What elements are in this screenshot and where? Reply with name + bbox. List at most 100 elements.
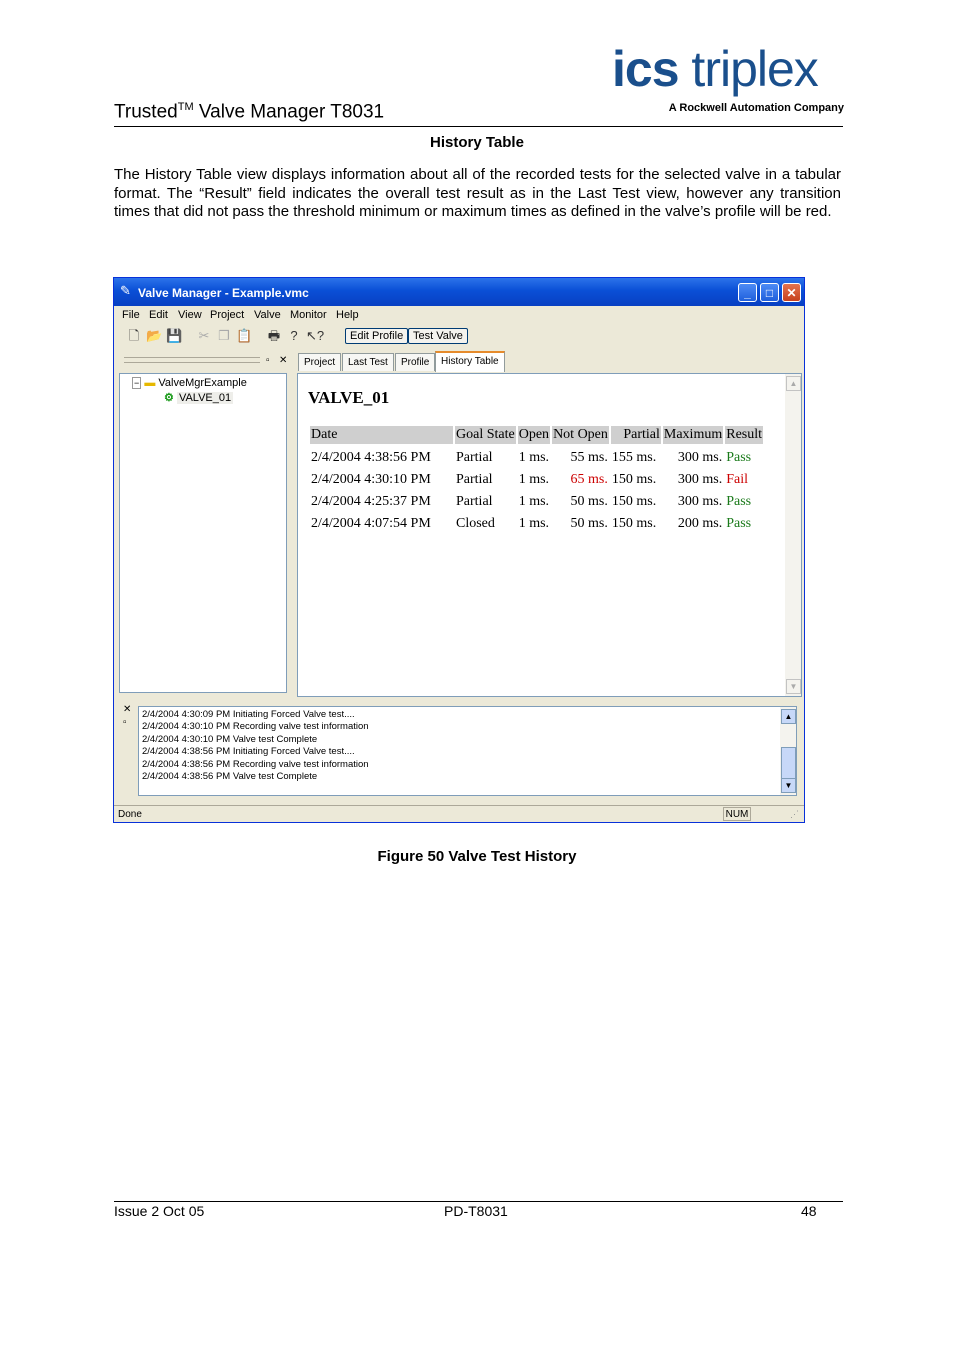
output-log: 2/4/2004 4:30:09 PM Initiating Forced Va… xyxy=(138,706,797,796)
menu-view[interactable]: View xyxy=(178,309,202,321)
test-valve-button[interactable]: Test Valve xyxy=(408,328,468,344)
log-line: 2/4/2004 4:30:10 PM Recording valve test… xyxy=(142,721,369,733)
history-table: Date Goal State Open Not Open Partial Ma… xyxy=(308,426,765,532)
context-help-icon[interactable]: ↖? xyxy=(306,328,324,344)
scroll-up-icon[interactable]: ▲ xyxy=(781,709,796,724)
scroll-thumb[interactable] xyxy=(781,747,796,779)
new-file-icon[interactable]: 🗋 xyxy=(126,328,142,344)
app-window: ✎ Valve Manager - Example.vmc _ □ ✕ File… xyxy=(113,277,805,823)
tab-last-test[interactable]: Last Test xyxy=(342,353,394,371)
menu-project[interactable]: Project xyxy=(210,309,244,321)
logo-bold-text: ics xyxy=(612,41,680,97)
footer-rule xyxy=(114,1201,843,1202)
cell-partial: 150 ms. xyxy=(611,494,657,509)
col-not-open: Not Open xyxy=(552,426,609,444)
figure-caption: Figure 50 Valve Test History xyxy=(377,848,577,865)
scroll-up-icon[interactable]: ▲ xyxy=(786,376,801,391)
window-title: Valve Manager - Example.vmc xyxy=(138,286,309,300)
collapse-icon[interactable]: − xyxy=(132,377,142,389)
cell-not-open: 50 ms. xyxy=(570,516,608,531)
tree-root[interactable]: − ▬ ValveMgrExample xyxy=(132,377,247,389)
restore-pane-icon[interactable]: ▫ xyxy=(266,355,270,366)
log-line: 2/4/2004 4:30:10 PM Valve test Complete xyxy=(142,733,318,745)
cell-open: 1 ms. xyxy=(518,472,550,487)
cut-icon[interactable]: ✂ xyxy=(196,328,212,344)
footer-page-number: 48 xyxy=(801,1203,817,1219)
section-heading: History Table xyxy=(430,134,524,151)
edit-profile-button[interactable]: Edit Profile xyxy=(345,328,409,344)
cell-goal-state: Partial xyxy=(456,472,493,487)
col-result: Result xyxy=(725,426,764,444)
copy-icon[interactable]: ❐ xyxy=(216,328,232,344)
resize-grip-icon[interactable]: ⋰ xyxy=(790,809,799,820)
header-rule xyxy=(114,126,843,127)
col-partial: Partial xyxy=(610,426,661,444)
num-lock-indicator: NUM xyxy=(723,807,751,821)
project-tree-pane: − ▬ ValveMgrExample ⚙ VALVE_01 xyxy=(119,373,287,693)
footer-doc-id: PD-T8031 xyxy=(444,1203,508,1219)
app-icon: ✎ xyxy=(120,283,131,298)
cell-not-open: 65 ms. xyxy=(570,472,608,487)
close-log-icon[interactable]: ✕ xyxy=(123,704,131,715)
print-icon[interactable]: 🖶 xyxy=(266,328,282,344)
cell-open: 1 ms. xyxy=(518,450,550,465)
close-pane-icon[interactable]: ✕ xyxy=(279,355,287,366)
tab-history-table[interactable]: History Table xyxy=(435,351,505,372)
title-bar[interactable]: ✎ Valve Manager - Example.vmc _ □ ✕ xyxy=(114,278,804,306)
main-scrollbar[interactable]: ▲ ▼ xyxy=(785,374,801,696)
tree-child[interactable]: ⚙ VALVE_01 xyxy=(164,391,234,404)
cell-date: 2/4/2004 4:30:10 PM xyxy=(311,472,431,487)
col-goal-state: Goal State xyxy=(455,426,516,444)
scroll-down-icon[interactable]: ▼ xyxy=(781,778,796,793)
cell-maximum: 300 ms. xyxy=(677,494,723,509)
pane-grip[interactable] xyxy=(124,357,260,363)
restore-log-icon[interactable]: ▫ xyxy=(123,717,127,728)
cell-maximum: 300 ms. xyxy=(677,472,723,487)
company-logo: ics triplex A Rockwell Automation Compan… xyxy=(612,44,844,114)
cell-goal-state: Closed xyxy=(456,516,495,531)
menu-help[interactable]: Help xyxy=(336,309,359,321)
valve-icon: ⚙ xyxy=(164,392,174,404)
open-folder-icon[interactable]: 📂 xyxy=(146,328,162,344)
tab-profile[interactable]: Profile xyxy=(395,353,436,371)
history-view: VALVE_01 Date Goal State Open Not Open P… xyxy=(297,373,802,697)
cell-result: Pass xyxy=(726,450,752,465)
menu-file[interactable]: File xyxy=(122,309,140,321)
logo-light-text: triplex xyxy=(691,41,818,97)
table-header-row: Date Goal State Open Not Open Partial Ma… xyxy=(310,426,764,444)
table-row: 2/4/2004 4:07:54 PM Closed 1 ms. 50 ms. … xyxy=(310,510,763,532)
log-line: 2/4/2004 4:38:56 PM Recording valve test… xyxy=(142,758,369,770)
cell-result: Pass xyxy=(726,516,752,531)
log-scrollbar[interactable]: ▲ ▼ xyxy=(780,707,796,795)
menu-valve[interactable]: Valve xyxy=(254,309,281,321)
cell-open: 1 ms. xyxy=(518,494,550,509)
menu-monitor[interactable]: Monitor xyxy=(290,309,327,321)
tab-project[interactable]: Project xyxy=(298,353,342,371)
cell-open: 1 ms. xyxy=(518,516,550,531)
scroll-down-icon[interactable]: ▼ xyxy=(786,679,801,694)
cell-date: 2/4/2004 4:07:54 PM xyxy=(311,516,431,531)
toolbar: 🗋 📂 💾 ✂ ❐ 📋 🖶 ? ↖? Edit Profile Test Val… xyxy=(114,326,804,348)
cell-goal-state: Partial xyxy=(456,494,493,509)
menu-edit[interactable]: Edit xyxy=(149,309,168,321)
footer-issue: Issue 2 Oct 05 xyxy=(114,1203,205,1219)
cell-maximum: 300 ms. xyxy=(677,450,723,465)
help-icon[interactable]: ? xyxy=(286,328,302,344)
save-icon[interactable]: 💾 xyxy=(166,328,182,344)
close-button[interactable]: ✕ xyxy=(782,283,801,302)
col-maximum: Maximum xyxy=(662,426,724,444)
minimize-button[interactable]: _ xyxy=(738,283,757,302)
cell-partial: 155 ms. xyxy=(611,450,657,465)
cell-not-open: 55 ms. xyxy=(570,450,608,465)
folder-icon: ▬ xyxy=(144,377,156,389)
cell-result: Pass xyxy=(726,494,752,509)
status-bar: Done NUM ⋰ xyxy=(114,805,804,823)
paste-icon[interactable]: 📋 xyxy=(236,328,252,344)
log-line: 2/4/2004 4:38:56 PM Valve test Complete xyxy=(142,771,318,783)
cell-partial: 150 ms. xyxy=(611,516,657,531)
table-row: 2/4/2004 4:38:56 PM Partial 1 ms. 55 ms.… xyxy=(310,444,763,466)
tree-child-label: VALVE_01 xyxy=(176,392,234,404)
maximize-button[interactable]: □ xyxy=(760,283,779,302)
log-line: 2/4/2004 4:30:09 PM Initiating Forced Va… xyxy=(142,709,355,720)
log-line: 2/4/2004 4:38:56 PM Initiating Forced Va… xyxy=(142,746,355,758)
